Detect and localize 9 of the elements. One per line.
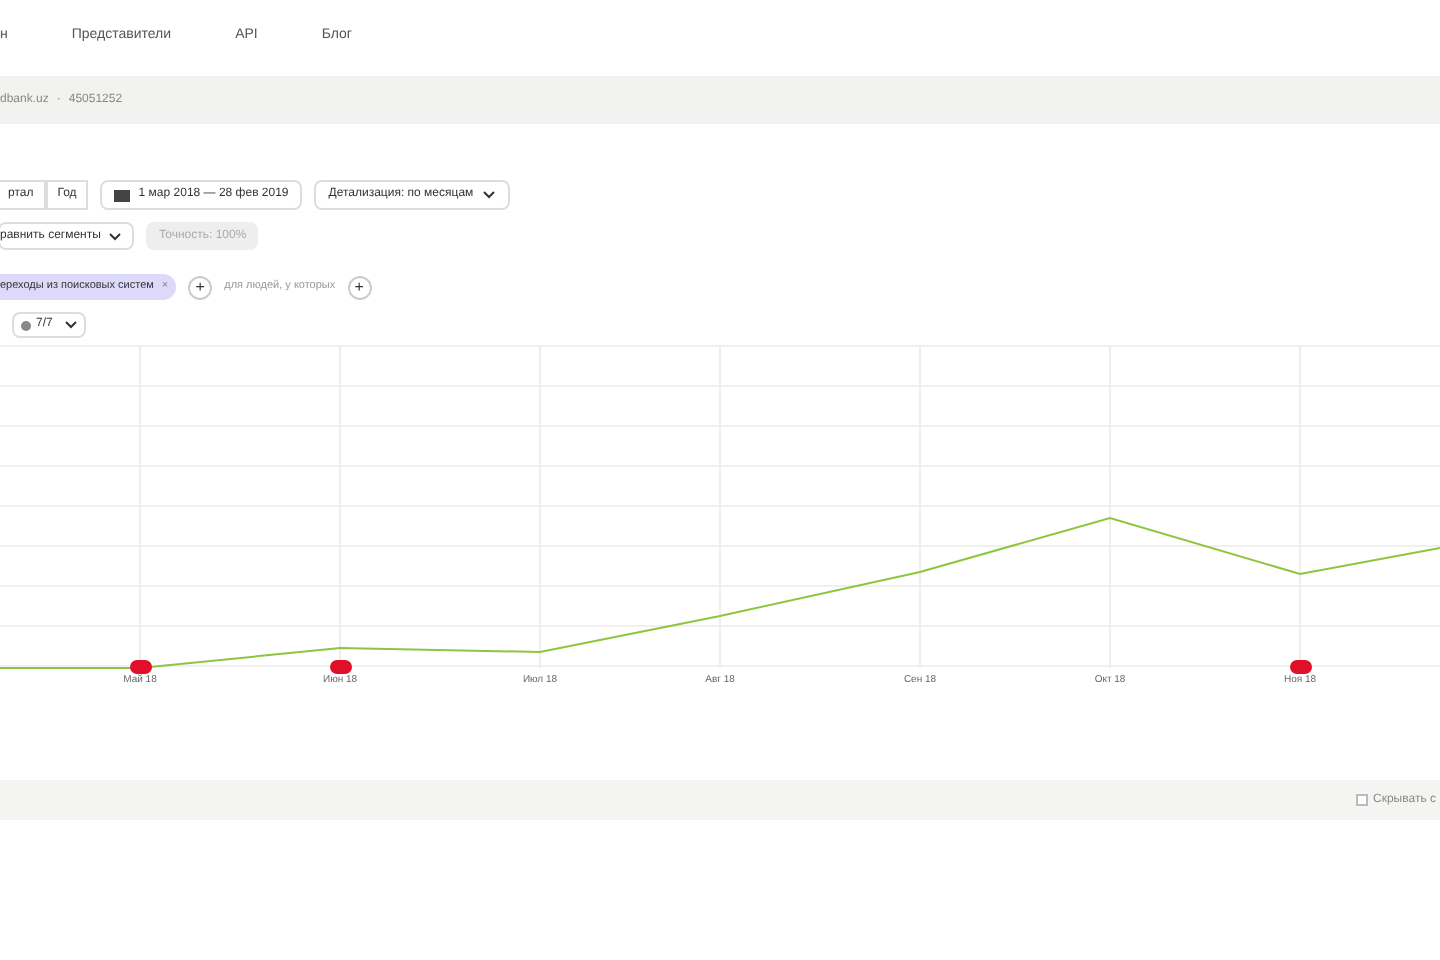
add-condition-button[interactable]: + (347, 275, 372, 299)
annotation-marker-icon[interactable] (330, 660, 352, 674)
annotation-marker-icon[interactable] (130, 660, 152, 674)
checkbox-icon[interactable] (1355, 794, 1368, 806)
annotation-marker-icon[interactable] (1290, 660, 1312, 674)
chevron-down-icon (64, 320, 79, 330)
add-filter-button[interactable]: + (188, 275, 213, 299)
chevron-down-icon (108, 231, 123, 241)
chevron-down-icon (481, 189, 496, 199)
